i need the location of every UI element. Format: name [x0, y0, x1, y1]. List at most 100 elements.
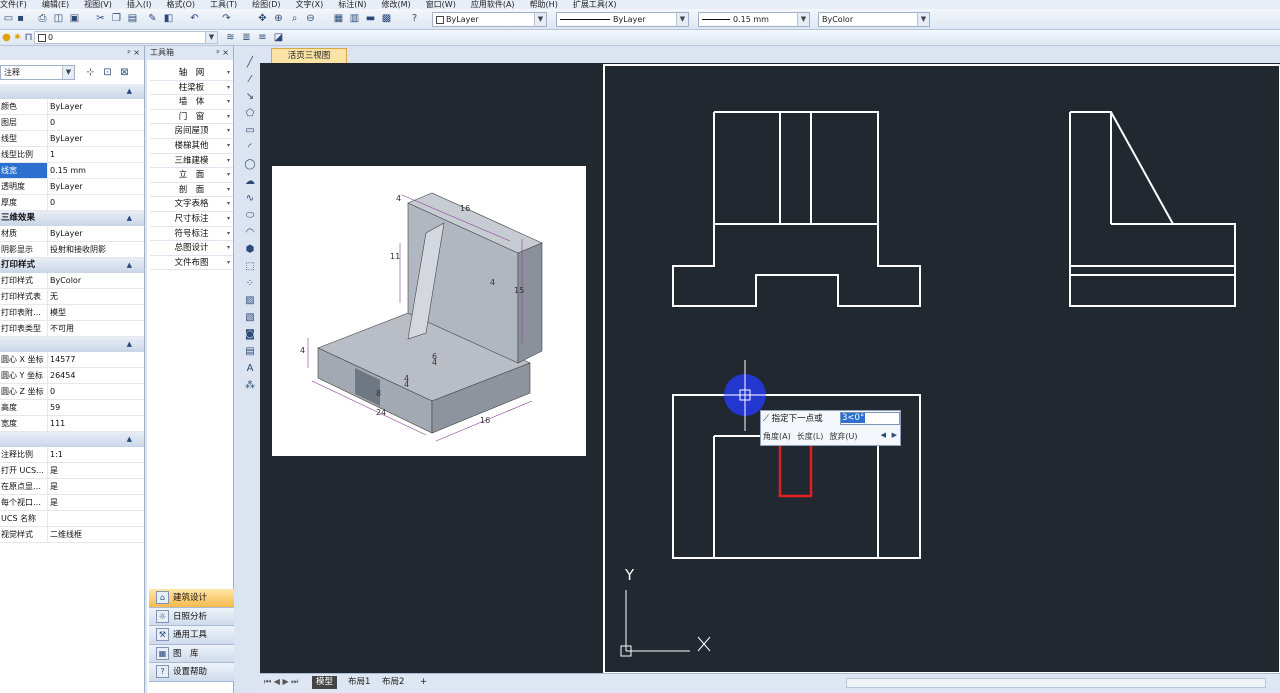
- property-row[interactable]: 每个视口… 是: [0, 495, 144, 511]
- print-preview-icon[interactable]: ◫: [52, 12, 65, 25]
- menu-item[interactable]: 应用软件(A): [471, 1, 515, 9]
- section-view[interactable]: ▲: [0, 337, 144, 352]
- pan-icon[interactable]: ✥: [256, 12, 269, 25]
- property-row[interactable]: 线型比例 1: [0, 147, 144, 163]
- property-value[interactable]: 0: [48, 115, 144, 130]
- toolbox-item[interactable]: 尺寸标注: [150, 212, 233, 227]
- menu-item[interactable]: 标注(N): [338, 1, 366, 9]
- select-objects-icon[interactable]: ⊡: [101, 66, 114, 79]
- calculator-icon[interactable]: ▩: [380, 12, 393, 25]
- help-icon[interactable]: ?: [408, 12, 421, 25]
- layer-iso-icon[interactable]: ◪: [272, 31, 285, 44]
- prompt-option[interactable]: 角度(A): [763, 432, 791, 441]
- cut-icon[interactable]: ✂: [94, 12, 107, 25]
- table-icon[interactable]: ▤: [244, 345, 257, 358]
- tool-palette-icon[interactable]: ▬: [364, 12, 377, 25]
- property-value[interactable]: 是: [48, 495, 144, 510]
- prompt-option[interactable]: 放弃(U): [829, 432, 857, 441]
- property-row[interactable]: 材质 ByLayer: [0, 226, 144, 242]
- save-icon[interactable]: ▪: [14, 12, 27, 25]
- property-row[interactable]: 阴影显示 投射和接收阴影: [0, 242, 144, 258]
- menu-item[interactable]: 窗口(W): [426, 1, 456, 9]
- zoom-previous-icon[interactable]: ⊖: [304, 12, 317, 25]
- property-row[interactable]: 图层 0: [0, 115, 144, 131]
- property-row[interactable]: 打印样式表无: [0, 289, 144, 305]
- toolbox-category-button[interactable]: ⌂ 建筑设计: [149, 589, 234, 608]
- paste-icon[interactable]: ▤: [126, 12, 139, 25]
- property-row[interactable]: 打印表附… 模型: [0, 305, 144, 321]
- quick-select-icon[interactable]: ⊠: [118, 66, 131, 79]
- toolbox-item[interactable]: 立 面: [150, 168, 233, 183]
- gradient-icon[interactable]: ▧: [244, 311, 257, 324]
- design-center-icon[interactable]: ▥: [348, 12, 361, 25]
- property-value[interactable]: 无: [48, 289, 144, 304]
- layout-tab[interactable]: 模型: [312, 676, 338, 689]
- property-row[interactable]: 注释比例 1:1: [0, 447, 144, 463]
- toolbox-item[interactable]: 楼梯其他: [150, 139, 233, 154]
- layer-combo[interactable]: 0 ▼: [34, 31, 218, 44]
- property-value[interactable]: 1: [48, 147, 144, 162]
- lineweight-combo[interactable]: 0.15 mm ▼: [698, 12, 810, 27]
- plotstyle-combo[interactable]: ByColor ▼: [818, 12, 930, 27]
- print-icon[interactable]: ⎙: [36, 12, 49, 25]
- toggle-pickadd-icon[interactable]: ⊹: [84, 66, 97, 79]
- toolbox-item[interactable]: 墙 体: [150, 95, 233, 110]
- object-type-select[interactable]: 注释 ▼: [0, 65, 75, 80]
- tab-nav-arrows[interactable]: ⏮ ◀ ▶ ⏭: [264, 677, 298, 687]
- make-block-icon[interactable]: ⬚: [244, 260, 257, 273]
- prompt-option[interactable]: 长度(L): [797, 432, 824, 441]
- mtext-icon[interactable]: A: [244, 362, 257, 375]
- property-value[interactable]: 0: [48, 195, 144, 210]
- zoom-realtime-icon[interactable]: ⊕: [272, 12, 285, 25]
- toolbox-category-button[interactable]: ? 设置帮助: [149, 663, 234, 682]
- property-value[interactable]: 二维线框: [48, 527, 144, 542]
- menu-item[interactable]: 帮助(H): [530, 1, 558, 9]
- rectangle-icon[interactable]: ▭: [244, 124, 257, 137]
- close-icon[interactable]: ᵖ ×: [216, 46, 229, 60]
- add-selected-icon[interactable]: ⁂: [244, 379, 257, 392]
- revcloud-icon[interactable]: ☁: [244, 175, 257, 188]
- construction-line-icon[interactable]: ⁄: [244, 73, 257, 86]
- region-icon[interactable]: ◙: [244, 328, 257, 341]
- property-row[interactable]: 圆心 Z 坐标 0: [0, 384, 144, 400]
- property-value[interactable]: 不可用: [48, 321, 144, 336]
- property-row[interactable]: 宽度 111: [0, 416, 144, 432]
- property-row[interactable]: 圆心 Y 坐标 26454: [0, 368, 144, 384]
- polyline-icon[interactable]: ↘: [244, 90, 257, 103]
- layout-tab[interactable]: 布局2: [378, 676, 408, 689]
- property-value[interactable]: 26454: [48, 368, 144, 383]
- property-value[interactable]: 是: [48, 463, 144, 478]
- section-print[interactable]: 打印样式 ▲: [0, 258, 144, 273]
- property-value[interactable]: ByLayer: [48, 226, 144, 241]
- properties-icon[interactable]: ▦: [332, 12, 345, 25]
- circle-icon[interactable]: ◯: [244, 158, 257, 171]
- property-value[interactable]: 0.15 mm: [48, 163, 144, 178]
- property-row[interactable]: 打印表类型 不可用: [0, 321, 144, 337]
- menu-item[interactable]: 编辑(E): [42, 1, 69, 9]
- prompt-input[interactable]: 3<0°: [840, 412, 900, 425]
- menu-item[interactable]: 文字(X): [296, 1, 324, 9]
- layer-states-icon[interactable]: ≣: [240, 31, 253, 44]
- match-prop-icon[interactable]: ✎: [146, 12, 159, 25]
- toolbox-item[interactable]: 柱梁板: [150, 81, 233, 96]
- toolbox-category-button[interactable]: ⚒ 通用工具: [149, 626, 234, 645]
- menu-item[interactable]: 扩展工具(X): [573, 1, 617, 9]
- property-value[interactable]: ByLayer: [48, 99, 144, 114]
- property-value[interactable]: 111: [48, 416, 144, 431]
- property-row[interactable]: 打开 UCS… 是: [0, 463, 144, 479]
- property-value[interactable]: [48, 511, 144, 526]
- polygon-icon[interactable]: ⬠: [244, 107, 257, 120]
- zoom-window-icon[interactable]: ⌕: [288, 12, 301, 25]
- property-row[interactable]: 在原点显… 是: [0, 479, 144, 495]
- property-row[interactable]: 打印样式 ByColor: [0, 273, 144, 289]
- arc-icon[interactable]: ◜: [244, 141, 257, 154]
- insert-block-icon[interactable]: ⬢: [244, 243, 257, 256]
- drawing-canvas[interactable]: 4 16 11 4 15 4 8 6 24 16 4 4 4 Y ⟋ 指定下一点…: [260, 63, 1280, 674]
- layout-tab[interactable]: 布局1: [344, 676, 374, 689]
- property-value[interactable]: 投射和接收阴影: [48, 242, 144, 257]
- publish-icon[interactable]: ▣: [68, 12, 81, 25]
- ellipse-icon[interactable]: ⬭: [244, 209, 257, 222]
- toolbox-item[interactable]: 总图设计: [150, 241, 233, 256]
- hatch-icon[interactable]: ▨: [244, 294, 257, 307]
- property-value[interactable]: 59: [48, 400, 144, 415]
